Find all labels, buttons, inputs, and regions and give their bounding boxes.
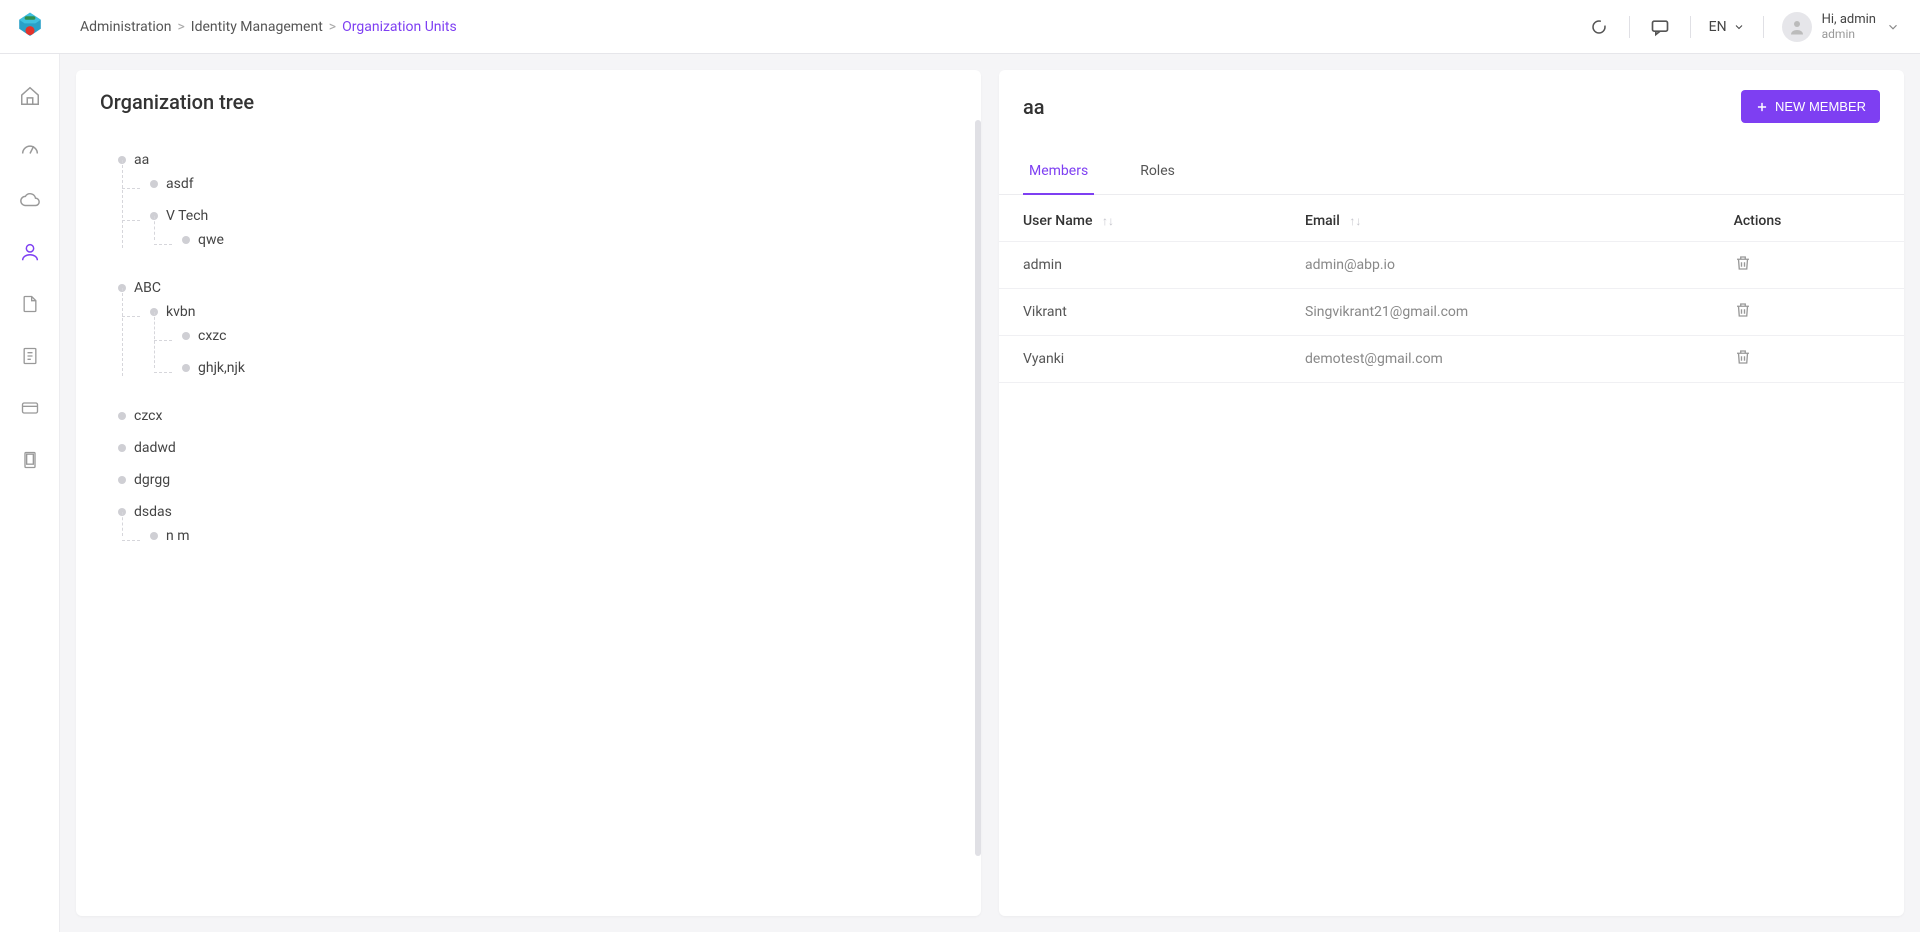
app-logo[interactable] <box>10 7 50 47</box>
tab-roles[interactable]: Roles <box>1134 153 1181 195</box>
user-name: admin <box>1822 27 1876 41</box>
tree-node-label: dadwd <box>134 440 176 456</box>
org-tree-panel: Organization tree aa asdf V Tech qwe ABC kvbn… <box>76 70 981 916</box>
tree-node[interactable]: V Tech <box>150 208 971 224</box>
tree-node-label: ABC <box>134 280 161 296</box>
table-row: VikrantSingvikrant21@gmail.com <box>999 289 1904 336</box>
sort-icon: ↑↓ <box>1102 214 1114 228</box>
scrollbar[interactable] <box>975 120 981 856</box>
delete-icon[interactable] <box>1734 301 1752 319</box>
members-panel: aa NEW MEMBER Members Roles User Name ↑↓… <box>999 70 1904 916</box>
tree-node[interactable]: kvbn <box>150 304 971 320</box>
selected-unit-title: aa <box>1023 95 1045 119</box>
topbar: Administration > Identity Management > O… <box>0 0 1920 54</box>
tree-node[interactable]: cxzc <box>182 328 971 344</box>
tree-node-label: cxzc <box>198 328 226 344</box>
cell-actions <box>1710 336 1904 383</box>
tree-node[interactable]: aa <box>118 152 971 168</box>
tree-node-label: n m <box>166 528 189 544</box>
panel-title: Organization tree <box>100 90 254 114</box>
tree-dot-icon <box>150 180 158 188</box>
tablet-icon[interactable] <box>18 448 42 472</box>
home-icon[interactable] <box>18 84 42 108</box>
chevron-down-icon <box>1886 20 1900 34</box>
tree-node[interactable]: ghjk,njk <box>182 360 971 376</box>
breadcrumb-item-current: Organization Units <box>342 19 457 35</box>
tree-node-label: czcx <box>134 408 162 424</box>
topbar-right: EN Hi, admin admin <box>1587 12 1900 42</box>
divider <box>1763 16 1764 38</box>
language-selector[interactable]: EN <box>1709 19 1745 35</box>
tree-dot-icon <box>118 476 126 484</box>
breadcrumb-item[interactable]: Administration <box>80 19 171 35</box>
org-tree: aa asdf V Tech qwe ABC kvbncxzc ghjk,njk czcx da… <box>100 144 971 560</box>
breadcrumb-item[interactable]: Identity Management <box>191 19 323 35</box>
chat-icon[interactable] <box>1648 15 1672 39</box>
tree-dot-icon <box>150 532 158 540</box>
col-actions: Actions <box>1710 201 1904 242</box>
cell-actions <box>1710 242 1904 289</box>
tree-node-label: asdf <box>166 176 194 192</box>
user-icon[interactable] <box>18 240 42 264</box>
cell-email: demotest@gmail.com <box>1281 336 1710 383</box>
breadcrumb: Administration > Identity Management > O… <box>80 19 457 35</box>
tree-node[interactable]: qwe <box>182 232 971 248</box>
delete-icon[interactable] <box>1734 254 1752 272</box>
tree-node[interactable]: dsdas <box>118 504 971 520</box>
sort-icon: ↑↓ <box>1349 214 1361 228</box>
avatar <box>1782 12 1812 42</box>
members-table: User Name ↑↓ Email ↑↓ Actions adminadmin… <box>999 201 1904 383</box>
tree-node[interactable]: czcx <box>118 408 971 424</box>
tree-node[interactable]: dgrgg <box>118 472 971 488</box>
delete-icon[interactable] <box>1734 348 1752 366</box>
divider <box>1690 16 1691 38</box>
breadcrumb-sep: > <box>329 19 336 35</box>
tree-dot-icon <box>118 412 126 420</box>
col-email[interactable]: Email ↑↓ <box>1281 201 1710 242</box>
plus-icon <box>1755 100 1769 114</box>
tree-node-label: kvbn <box>166 304 195 320</box>
tree-dot-icon <box>182 364 190 372</box>
user-menu[interactable]: Hi, admin admin <box>1782 12 1900 42</box>
dashboard-icon[interactable] <box>18 136 42 160</box>
tree-node-label: aa <box>134 152 149 168</box>
chevron-down-icon <box>1733 21 1745 33</box>
cell-email: admin@abp.io <box>1281 242 1710 289</box>
col-username[interactable]: User Name ↑↓ <box>999 201 1281 242</box>
main: Organization tree aa asdf V Tech qwe ABC kvbn… <box>60 54 1920 932</box>
new-member-label: NEW MEMBER <box>1775 99 1866 114</box>
tree-node[interactable]: dadwd <box>118 440 971 456</box>
document-icon[interactable] <box>18 344 42 368</box>
tree-node[interactable]: ABC <box>118 280 971 296</box>
tree-dot-icon <box>182 332 190 340</box>
tree-node-label: dgrgg <box>134 472 170 488</box>
refresh-icon[interactable] <box>1587 15 1611 39</box>
tree-node-label: qwe <box>198 232 224 248</box>
cell-username: admin <box>999 242 1281 289</box>
table-row: Vyankidemotest@gmail.com <box>999 336 1904 383</box>
tree-dot-icon <box>118 444 126 452</box>
cell-username: Vikrant <box>999 289 1281 336</box>
tree-dot-icon <box>182 236 190 244</box>
table-row: adminadmin@abp.io <box>999 242 1904 289</box>
cell-actions <box>1710 289 1904 336</box>
new-member-button[interactable]: NEW MEMBER <box>1741 90 1880 123</box>
divider <box>1629 16 1630 38</box>
tree-node-label: ghjk,njk <box>198 360 245 376</box>
language-label: EN <box>1709 19 1727 35</box>
file-icon[interactable] <box>18 292 42 316</box>
cloud-icon[interactable] <box>18 188 42 212</box>
sidebar <box>0 54 60 932</box>
cell-email: Singvikrant21@gmail.com <box>1281 289 1710 336</box>
tree-node[interactable]: n m <box>150 528 971 544</box>
card-icon[interactable] <box>18 396 42 420</box>
breadcrumb-sep: > <box>177 19 184 35</box>
tree-node-label: dsdas <box>134 504 172 520</box>
user-greeting: Hi, admin <box>1822 12 1876 27</box>
cell-username: Vyanki <box>999 336 1281 383</box>
tabs: Members Roles <box>999 133 1904 195</box>
tab-members[interactable]: Members <box>1023 153 1094 195</box>
tree-node-label: V Tech <box>166 208 208 224</box>
tree-node[interactable]: asdf <box>150 176 971 192</box>
